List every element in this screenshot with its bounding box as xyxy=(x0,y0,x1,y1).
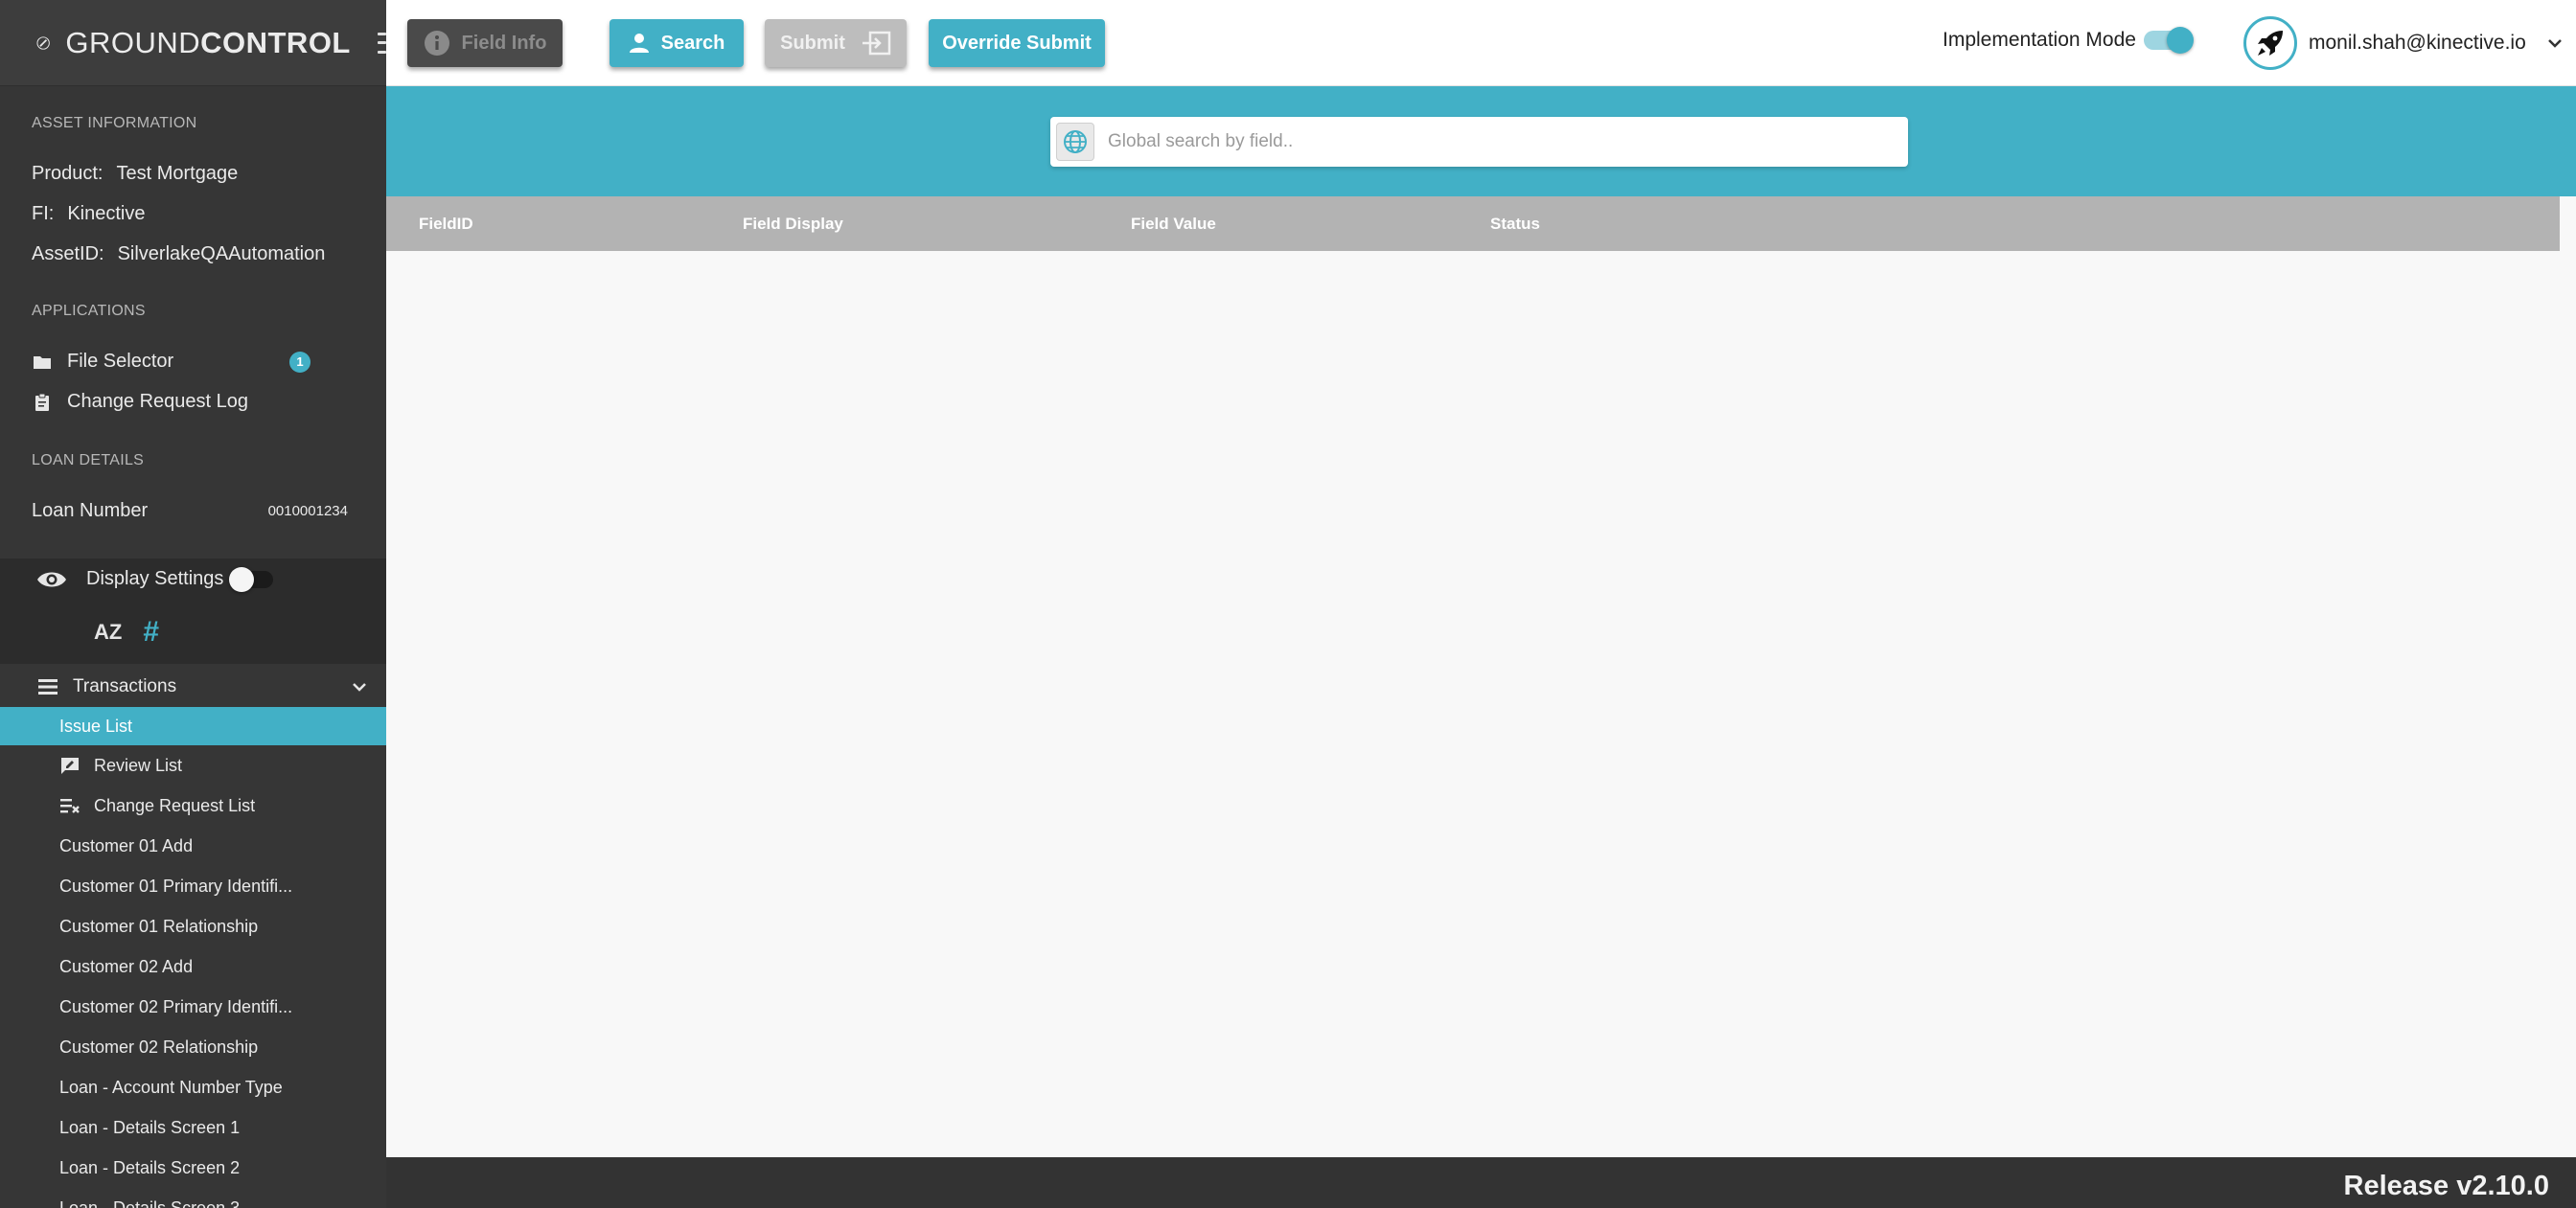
display-settings-panel: Display Settings AZ # xyxy=(0,558,386,664)
submit-arrow-icon xyxy=(862,31,891,56)
sidebar-item-customer-01-relationship[interactable]: Customer 01 Relationship xyxy=(0,907,386,946)
sidebar-item-loan-account-number-type[interactable]: Loan - Account Number Type xyxy=(0,1068,386,1106)
display-settings-toggle[interactable] xyxy=(229,566,274,592)
sidebar-item-customer-01-primary-identification[interactable]: Customer 01 Primary Identifi... xyxy=(0,867,386,905)
person-icon xyxy=(629,34,649,53)
sort-numeric-icon[interactable]: # xyxy=(143,616,159,649)
hamburger-menu-icon[interactable] xyxy=(377,32,386,54)
loan-details-heading: LOAN DETAILS xyxy=(32,452,145,468)
file-selector-badge: 1 xyxy=(289,351,310,373)
column-header-fieldid[interactable]: FieldID xyxy=(419,215,473,234)
table-header: FieldID Field Display Field Value Status xyxy=(386,196,2560,251)
brand-header: GROUNDCONTROL xyxy=(0,0,386,86)
asset-id-row: AssetID: SilverlakeQAAutomation xyxy=(32,243,326,264)
release-version: Release v2.10.0 xyxy=(2343,1171,2549,1201)
eye-icon xyxy=(37,572,66,586)
sidebar-item-customer-02-relationship[interactable]: Customer 02 Relationship xyxy=(0,1028,386,1066)
sidebar-item-customer-01-add[interactable]: Customer 01 Add xyxy=(0,827,386,865)
display-settings-row: Display Settings xyxy=(36,566,274,592)
field-info-button[interactable]: Field Info xyxy=(407,19,563,67)
global-search-box xyxy=(1050,117,1908,167)
sort-alphabetical-icon[interactable]: AZ xyxy=(94,620,122,645)
file-selector-link[interactable]: File Selector 1 xyxy=(33,351,310,373)
global-search-input[interactable] xyxy=(1094,121,1908,163)
sidebar-item-loan-details-screen-2[interactable]: Loan - Details Screen 2 xyxy=(0,1149,386,1187)
asset-information-heading: ASSET INFORMATION xyxy=(32,115,197,131)
sidebar-item-change-request-list[interactable]: Change Request List xyxy=(0,786,386,825)
sidebar-item-loan-details-screen-1[interactable]: Loan - Details Screen 1 xyxy=(0,1108,386,1147)
folder-icon xyxy=(34,355,51,369)
brand-name: GROUNDCONTROL xyxy=(65,25,351,59)
column-header-field-display[interactable]: Field Display xyxy=(743,215,843,234)
implementation-mode: Implementation Mode xyxy=(1943,27,2194,54)
footer: Release v2.10.0 xyxy=(386,1157,2576,1208)
table-body xyxy=(386,251,2576,1157)
submit-button[interactable]: Submit xyxy=(765,19,907,67)
sidebar-item-issue-list[interactable]: Issue List xyxy=(0,707,386,745)
search-button[interactable]: Search xyxy=(610,19,744,67)
column-header-status[interactable]: Status xyxy=(1490,215,1540,234)
playlist-remove-icon xyxy=(60,799,80,813)
sidebar: GROUNDCONTROL ASSET INFORMATION Product:… xyxy=(0,0,386,1208)
sidebar-item-loan-details-screen-3[interactable]: Loan - Details Screen 3 xyxy=(0,1189,386,1208)
sidebar-item-customer-02-add[interactable]: Customer 02 Add xyxy=(0,947,386,986)
loan-number-row: Loan Number 0010001234 xyxy=(32,500,348,521)
override-submit-button[interactable]: Override Submit xyxy=(929,19,1105,67)
clipboard-icon xyxy=(35,393,49,411)
info-icon xyxy=(424,31,449,56)
fi-row: FI: Kinective xyxy=(32,203,146,224)
globe-icon[interactable] xyxy=(1056,123,1094,161)
sidebar-item-customer-02-primary-identification[interactable]: Customer 02 Primary Identifi... xyxy=(0,988,386,1026)
change-request-log-link[interactable]: Change Request Log xyxy=(33,391,310,413)
chevron-down-icon xyxy=(2547,39,2562,48)
global-search-band xyxy=(386,86,2576,196)
rocket-avatar-icon xyxy=(2243,16,2297,70)
sort-options: AZ # xyxy=(94,616,159,649)
loan-number-value: 0010001234 xyxy=(267,503,348,519)
user-email: monil.shah@kinective.io xyxy=(2309,32,2526,54)
user-menu[interactable]: monil.shah@kinective.io xyxy=(2243,16,2563,70)
top-toolbar: Field Info Search Submit Override Submit… xyxy=(386,0,2576,86)
sidebar-item-review-list[interactable]: Review List xyxy=(0,746,386,785)
chevron-down-icon xyxy=(353,683,366,692)
implementation-mode-toggle[interactable] xyxy=(2143,27,2194,54)
applications-heading: APPLICATIONS xyxy=(32,303,146,319)
rate-review-icon xyxy=(61,758,79,774)
column-header-field-value[interactable]: Field Value xyxy=(1131,215,1216,234)
product-row: Product: Test Mortgage xyxy=(32,163,239,184)
list-icon xyxy=(38,679,58,695)
transactions-header[interactable]: Transactions xyxy=(0,671,386,703)
groundcontrol-logo-icon xyxy=(36,35,50,50)
